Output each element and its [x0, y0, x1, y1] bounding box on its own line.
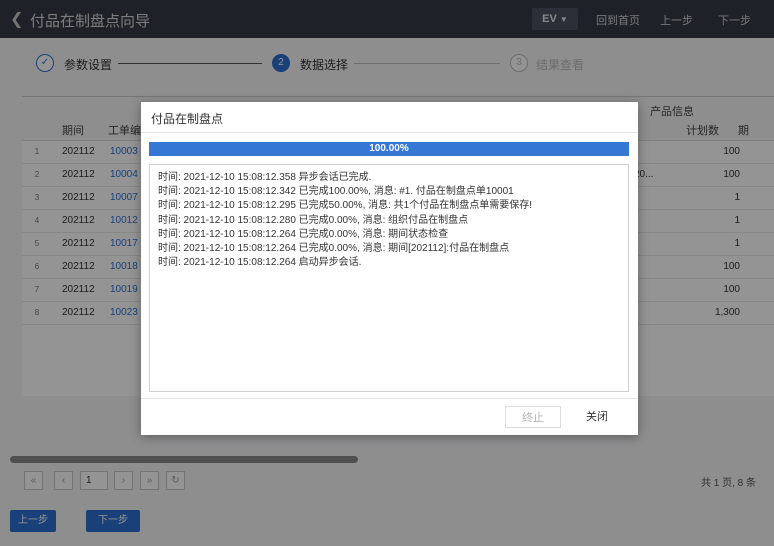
log-line: 时间: 2021-12-10 15:08:12.342 已完成100.00%, …	[158, 186, 514, 198]
log-area[interactable]: 时间: 2021-12-10 15:08:12.358 异步会话已完成. 时间: …	[149, 164, 629, 392]
log-line: 时间: 2021-12-10 15:08:12.295 已完成50.00%, 消…	[158, 200, 533, 212]
log-line: 时间: 2021-12-10 15:08:12.264 已完成0.00%, 消息…	[158, 228, 449, 240]
progress-dialog: 付品在制盘点 100.00% 时间: 2021-12-10 15:08:12.3…	[141, 102, 638, 435]
log-line: 时间: 2021-12-10 15:08:12.280 已完成0.00%, 消息…	[158, 214, 469, 226]
divider	[141, 398, 638, 399]
log-line: 时间: 2021-12-10 15:08:12.264 已完成0.00%, 消息…	[158, 243, 510, 255]
stop-button[interactable]: 终止	[505, 406, 561, 428]
divider	[141, 132, 638, 133]
log-line: 时间: 2021-12-10 15:08:12.264 启动异步会话.	[158, 257, 362, 269]
dialog-title: 付品在制盘点	[151, 112, 224, 126]
close-button[interactable]: 关闭	[573, 406, 621, 428]
progress-bar: 100.00%	[149, 142, 629, 156]
log-line: 时间: 2021-12-10 15:08:12.358 异步会话已完成.	[158, 172, 372, 183]
progress-text: 100.00%	[369, 143, 409, 154]
